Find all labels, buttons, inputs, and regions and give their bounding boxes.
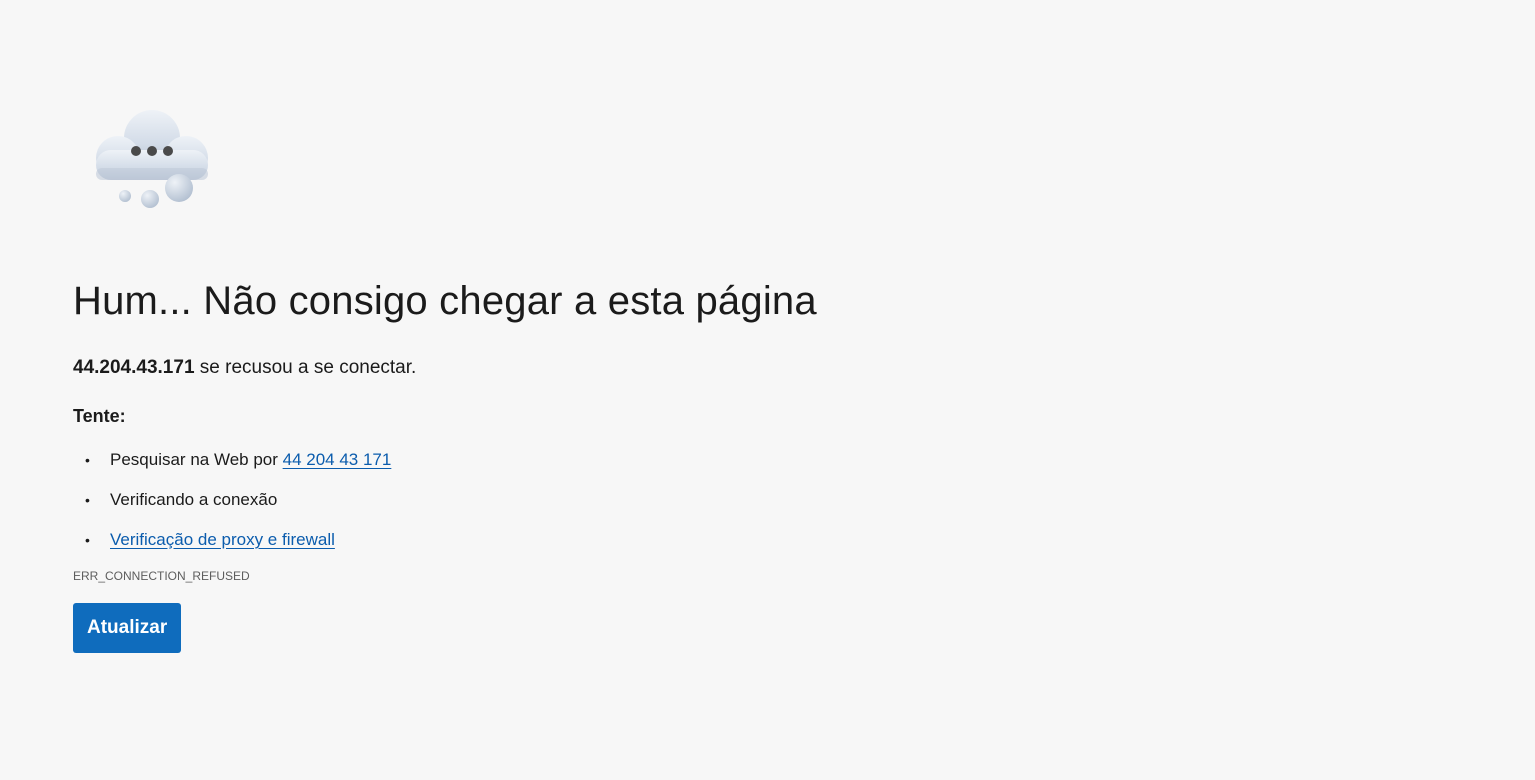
error-code: ERR_CONNECTION_REFUSED (73, 569, 250, 583)
list-item: • Verificando a conexão (73, 488, 1073, 512)
host-address: 44.204.43.171 (73, 357, 195, 378)
error-page: Hum... Não consigo chegar a esta página … (0, 0, 1535, 780)
cloud-thinking-icon (96, 110, 208, 208)
error-content: Hum... Não consigo chegar a esta página … (73, 276, 1073, 653)
list-item: • Pesquisar na Web por 44 204 43 171 (73, 448, 1073, 472)
search-web-link[interactable]: 44 204 43 171 (283, 450, 392, 469)
page-title: Hum... Não consigo chegar a esta página (73, 279, 817, 323)
bullet: • (85, 532, 90, 548)
search-web-label: Pesquisar na Web por (110, 450, 283, 469)
check-connection-text: Verificando a conexão (110, 490, 278, 509)
bullet: • (85, 492, 90, 508)
reload-button[interactable]: Atualizar (73, 603, 182, 653)
error-message-text: se recusou a se conectar. (194, 357, 417, 378)
try-label: Tente: (73, 406, 126, 426)
proxy-firewall-link[interactable]: Verificação de proxy e firewall (110, 530, 335, 549)
list-item: • Verificação de proxy e firewall (73, 528, 1073, 552)
error-message: 44.204.43.171 se recusou a se conectar. (73, 356, 1073, 380)
suggestions-list: • Pesquisar na Web por 44 204 43 171 • V… (73, 448, 1073, 552)
bullet: • (85, 452, 90, 468)
